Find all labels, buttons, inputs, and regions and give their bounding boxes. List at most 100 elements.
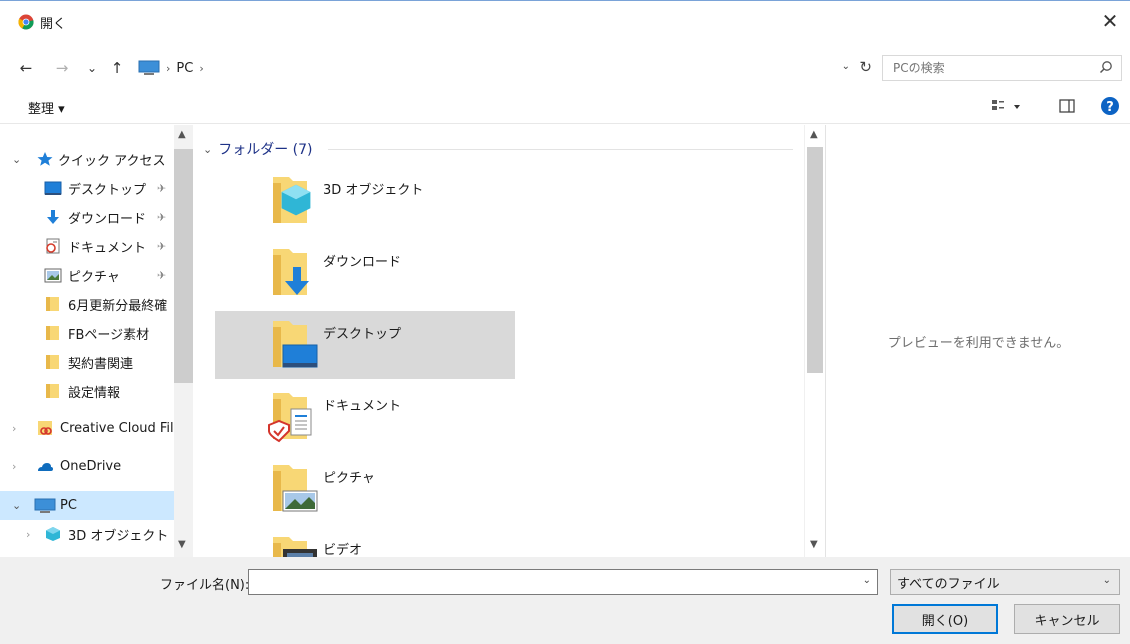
chevron-right-icon[interactable]: › — [26, 528, 30, 541]
chevron-down-icon[interactable]: ⌄ — [863, 575, 871, 586]
folder-icon — [46, 355, 59, 369]
sidebar-item-onedrive[interactable]: › OneDrive — [0, 452, 174, 481]
search-icon[interactable] — [1099, 60, 1113, 74]
sidebar-scrollbar-thumb[interactable] — [174, 149, 193, 383]
file-list-scrollbar[interactable]: ▲ ▼ — [804, 125, 825, 557]
recent-locations-button[interactable]: ⌄ — [84, 58, 100, 78]
filename-combobox[interactable]: ⌄ — [248, 569, 878, 595]
desktop-icon — [44, 181, 62, 195]
sidebar-scrollbar[interactable]: ▲ ▼ — [174, 125, 193, 557]
scroll-down-icon[interactable]: ▼ — [178, 539, 186, 550]
pin-icon[interactable]: ✈ — [157, 240, 166, 253]
pictures-folder-icon — [273, 465, 318, 512]
folder-label: ダウンロード — [323, 255, 402, 270]
folder-tile-downloads[interactable]: ダウンロード — [215, 239, 515, 307]
scroll-down-icon[interactable]: ▼ — [810, 539, 818, 550]
download-icon — [47, 210, 59, 224]
3d-objects-folder-icon — [273, 177, 311, 223]
folder-tile-documents[interactable]: ドキュメント — [215, 383, 515, 451]
folder-label: ドキュメント — [323, 399, 402, 414]
refresh-button[interactable]: ↻ — [859, 58, 872, 76]
sidebar-item-3d-objects[interactable]: › 3D オブジェクト — [0, 520, 174, 549]
address-bar[interactable]: › PC › ⌄ ↻ — [137, 55, 877, 81]
folder-label: 3D オブジェクト — [323, 183, 424, 198]
sidebar-item-label: ダウンロード — [68, 212, 147, 227]
sidebar-item-pictures[interactable]: ピクチャ ✈ — [0, 261, 174, 290]
folder-tile-desktop[interactable]: デスクトップ — [215, 311, 515, 379]
sidebar-item-pc[interactable]: ⌄ PC — [0, 491, 174, 520]
sidebar-item-label: 6月更新分最終確 — [68, 299, 168, 314]
desktop-folder-icon — [273, 321, 318, 368]
navigation-bar: ← → ⌄ ↑ › PC › ⌄ ↻ — [0, 40, 1130, 90]
preview-message: プレビューを利用できません。 — [887, 336, 1070, 351]
preview-pane-icon[interactable] — [1058, 97, 1076, 115]
sidebar-item-folder-settings[interactable]: 設定情報 — [0, 377, 174, 406]
creative-cloud-icon — [38, 421, 52, 435]
forward-button[interactable]: → — [50, 58, 74, 78]
chevron-down-icon[interactable]: ⌄ — [12, 153, 21, 166]
sidebar-item-creative-cloud[interactable]: › Creative Cloud Files — [0, 414, 188, 443]
folder-tile-videos[interactable]: ビデオ — [215, 527, 515, 557]
back-button[interactable]: ← — [14, 58, 38, 78]
close-button[interactable]: ✕ — [1090, 1, 1130, 41]
search-box[interactable] — [882, 55, 1122, 81]
folder-label: ビデオ — [323, 543, 363, 557]
search-input[interactable] — [883, 61, 1083, 75]
sidebar-item-label: OneDrive — [60, 459, 122, 474]
sidebar-item-downloads[interactable]: ダウンロード ✈ — [0, 203, 174, 232]
document-icon — [46, 238, 60, 254]
breadcrumb-pc[interactable]: PC — [176, 61, 193, 76]
sidebar-item-label: デスクトップ — [68, 183, 147, 198]
help-icon[interactable]: ? — [1100, 96, 1120, 116]
close-icon: ✕ — [1101, 9, 1119, 33]
folder-tile-3d-objects[interactable]: 3D オブジェクト — [215, 167, 515, 235]
sidebar-item-quick-access[interactable]: ⌄ クイック アクセス — [0, 145, 174, 174]
folder-tile-pictures[interactable]: ピクチャ — [215, 455, 515, 523]
chevron-down-icon[interactable]: ⌄ — [12, 499, 21, 512]
group-label: フォルダー (7) — [218, 142, 313, 158]
chevron-right-icon[interactable]: › — [12, 460, 16, 473]
address-dropdown-button[interactable]: ⌄ — [842, 61, 850, 72]
sidebar-item-label: ドキュメント — [68, 241, 147, 256]
pc-icon — [138, 60, 160, 75]
folder-icon — [46, 384, 59, 398]
file-list-scrollbar-thumb[interactable] — [807, 147, 823, 373]
file-list[interactable]: ⌄ フォルダー (7) 3D オブジェクト ダウンロード デスクトップ ドキュメ… — [193, 125, 825, 557]
filename-input[interactable] — [249, 570, 839, 594]
chevron-right-icon[interactable]: › — [12, 422, 16, 435]
up-button[interactable]: ↑ — [106, 58, 128, 78]
filename-label: ファイル名(N): — [160, 578, 250, 593]
view-options-icon[interactable] — [990, 97, 1024, 117]
sidebar-item-folder-contracts[interactable]: 契約書関連 — [0, 348, 174, 377]
chevron-right-icon[interactable]: › — [199, 62, 203, 75]
pin-icon[interactable]: ✈ — [157, 211, 166, 224]
navigation-pane[interactable]: ⌄ クイック アクセス デスクトップ ✈ ダウンロード ✈ ドキュメント ✈ ピ… — [0, 125, 193, 557]
group-header-folders[interactable]: ⌄ フォルダー (7) — [203, 139, 313, 159]
folder-icon — [46, 326, 59, 340]
file-type-value: すべてのファイル — [897, 576, 1000, 592]
sidebar-item-documents[interactable]: ドキュメント ✈ — [0, 232, 174, 261]
sidebar-item-label: クイック アクセス — [58, 154, 166, 169]
chevron-down-icon[interactable]: ⌄ — [1103, 575, 1111, 586]
pin-icon[interactable]: ✈ — [157, 182, 166, 195]
folder-label: デスクトップ — [323, 327, 402, 342]
scroll-up-icon[interactable]: ▲ — [178, 129, 186, 140]
picture-icon — [44, 268, 62, 283]
folder-label: ピクチャ — [323, 471, 375, 486]
scroll-up-icon[interactable]: ▲ — [810, 129, 818, 140]
sidebar-item-folder-fb-page[interactable]: FBページ素材 — [0, 319, 174, 348]
sidebar-item-folder-june-update[interactable]: 6月更新分最終確 — [0, 290, 174, 319]
file-type-filter[interactable]: すべてのファイル ⌄ — [890, 569, 1120, 595]
star-icon — [37, 152, 53, 166]
downloads-folder-icon — [273, 249, 309, 295]
sidebar-item-label: Creative Cloud Files — [60, 421, 189, 436]
sidebar-item-desktop[interactable]: デスクトップ ✈ — [0, 174, 174, 203]
cancel-button[interactable]: キャンセル — [1014, 604, 1120, 634]
open-button[interactable]: 開く(O) — [892, 604, 998, 634]
organize-menu[interactable]: 整理 ▾ — [28, 98, 65, 117]
title-bar: 開く ✕ — [0, 0, 1130, 40]
pin-icon[interactable]: ✈ — [157, 269, 166, 282]
3d-objects-icon — [46, 527, 60, 541]
sidebar-item-label: FBページ素材 — [68, 328, 150, 343]
chevron-down-icon[interactable]: ⌄ — [203, 143, 212, 156]
